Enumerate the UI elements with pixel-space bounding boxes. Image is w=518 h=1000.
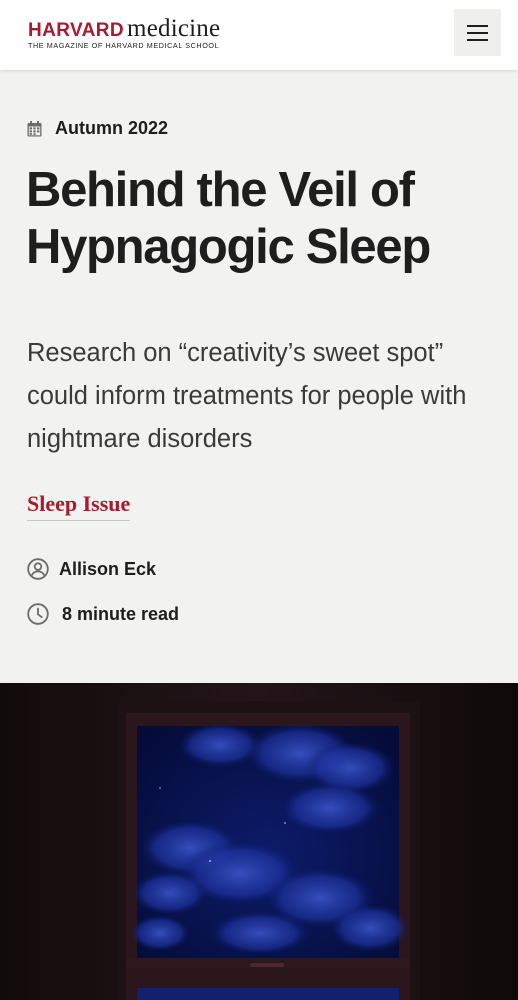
night-window-illustration [0,683,518,1000]
author-row: Allison Eck [27,558,156,580]
logo-wordmark: HARVARD medicine [28,15,220,43]
logo-tagline: THE MAGAZINE OF HARVARD MEDICAL SCHOOL [28,41,220,50]
issue-date: Autumn 2022 [55,118,169,138]
article-dek: Research on “creativity’s sweet spot” co… [27,339,467,453]
calendar-icon [27,120,42,136]
author-name[interactable]: Allison Eck [59,559,156,580]
logo-medicine-text: medicine [127,15,221,42]
issue-info: Autumn 2022 [27,118,168,139]
logo-harvard-text: HARVARD [28,20,125,41]
feature-image [0,683,518,1000]
user-circle-icon [27,558,49,580]
clock-icon [27,603,49,625]
article-title: Behind the Veil of Hypnagogic Sleep [26,163,431,274]
issue-tag-link[interactable]: Sleep Issue [27,491,131,521]
hamburger-menu-icon[interactable] [454,9,501,56]
read-time-row: 8 minute read [27,603,179,625]
read-time: 8 minute read [62,603,180,624]
site-header: HARVARD medicine THE MAGAZINE OF HARVARD… [0,0,518,70]
site-logo[interactable]: HARVARD medicine THE MAGAZINE OF HARVARD… [28,15,220,50]
